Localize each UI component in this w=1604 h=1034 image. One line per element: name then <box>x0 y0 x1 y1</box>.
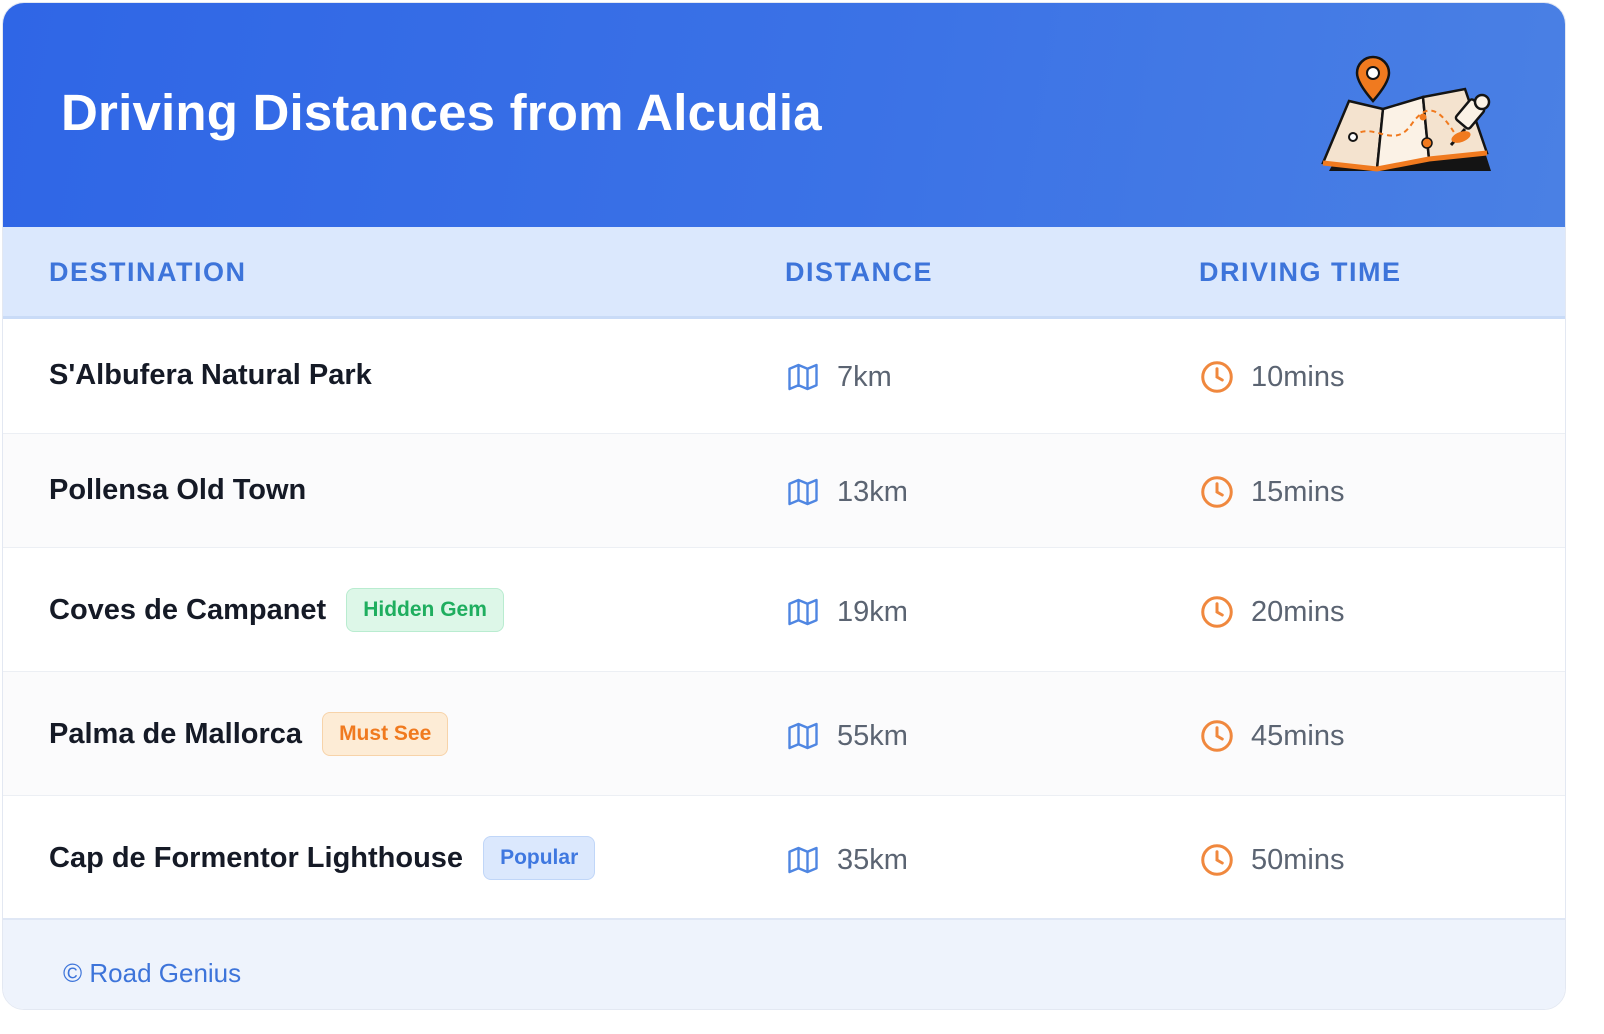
time-cell: 15mins <box>1199 474 1345 510</box>
destination-cell: S'Albufera Natural Park <box>49 359 372 392</box>
copyright-text: © Road Genius <box>63 958 242 988</box>
time-value: 50mins <box>1251 843 1345 876</box>
distance-cell: 13km <box>785 474 908 510</box>
time-cell: 20mins <box>1199 594 1345 630</box>
distance-value: 13km <box>837 475 908 508</box>
destination-name: Palma de Mallorca <box>49 717 303 750</box>
time-value: 10mins <box>1251 360 1345 393</box>
treasure-map-pin-icon <box>1321 55 1491 172</box>
distance-cell: 55km <box>785 718 908 754</box>
time-cell: 50mins <box>1199 842 1345 878</box>
time-value: 20mins <box>1251 595 1345 628</box>
map-icon <box>788 722 818 750</box>
distance-cell: 7km <box>785 359 892 395</box>
column-header-destination: DESTINATION <box>49 257 247 287</box>
time-value: 45mins <box>1251 719 1345 752</box>
must-see-badge: Must See <box>322 712 449 756</box>
clock-icon <box>1201 844 1233 876</box>
clock-icon <box>1201 596 1233 628</box>
clock-icon <box>1201 361 1233 393</box>
time-cell: 45mins <box>1199 718 1345 754</box>
distance-value: 55km <box>837 719 908 752</box>
clock-icon <box>1201 720 1233 752</box>
table-row: Cap de Formentor Lighthouse Popular 35km… <box>3 796 1565 918</box>
table-row: Palma de Mallorca Must See 55km 45mins <box>3 672 1565 796</box>
destination-name: S'Albufera Natural Park <box>49 359 372 391</box>
destination-cell: Coves de Campanet Hidden Gem <box>49 588 504 632</box>
destination-cell: Pollensa Old Town <box>49 474 306 507</box>
distance-value: 19km <box>837 595 908 628</box>
popular-badge: Popular <box>483 836 596 880</box>
table-row: S'Albufera Natural Park 7km 10mins <box>3 319 1565 434</box>
time-cell: 10mins <box>1199 359 1345 395</box>
column-header-driving-time: DRIVING TIME <box>1199 257 1402 287</box>
map-icon <box>788 598 818 626</box>
column-header-distance: DISTANCE <box>785 257 934 287</box>
distance-table-card: Driving Distances from Alcudia DESTINATI… <box>2 2 1566 1010</box>
destination-cell: Palma de Mallorca Must See <box>49 712 449 756</box>
clock-icon <box>1201 476 1233 508</box>
header-banner: Driving Distances from Alcudia <box>3 3 1565 227</box>
destination-name: Cap de Formentor Lighthouse <box>49 841 464 874</box>
hidden-gem-badge: Hidden Gem <box>346 588 504 632</box>
destination-name: Pollensa Old Town <box>49 474 307 506</box>
destination-name: Coves de Campanet <box>49 593 327 626</box>
distance-value: 7km <box>837 360 892 393</box>
table-row: Pollensa Old Town 13km 15mins <box>3 434 1565 548</box>
map-icon <box>788 478 818 506</box>
footer: © Road Genius <box>3 918 1565 1009</box>
time-value: 15mins <box>1251 475 1345 508</box>
page-title: Driving Distances from Alcudia <box>61 84 822 141</box>
distance-cell: 19km <box>785 594 908 630</box>
distance-value: 35km <box>837 843 908 876</box>
destination-cell: Cap de Formentor Lighthouse Popular <box>49 836 596 880</box>
distance-cell: 35km <box>785 842 908 878</box>
table-row: Coves de Campanet Hidden Gem 19km 20mins <box>3 548 1565 672</box>
table-header: DESTINATION DISTANCE DRIVING TIME <box>3 227 1565 319</box>
map-icon <box>788 363 818 391</box>
map-icon <box>788 846 818 874</box>
